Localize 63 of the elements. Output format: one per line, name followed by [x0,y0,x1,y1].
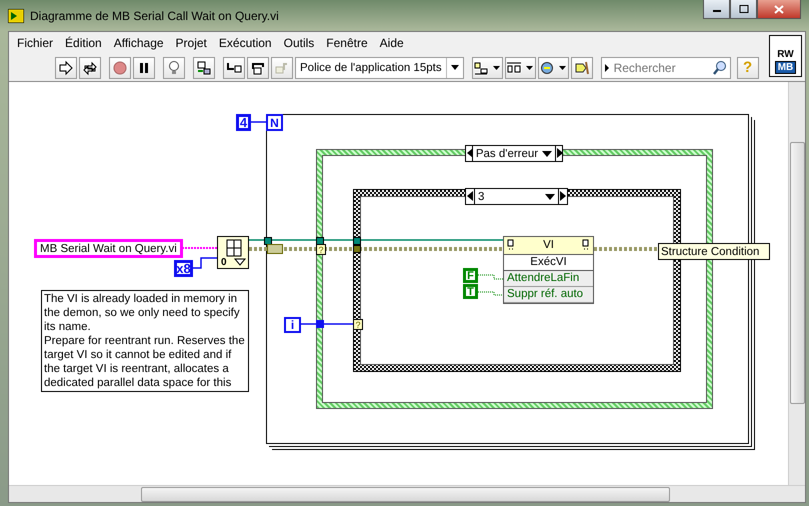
dropdown-icon [545,194,555,200]
font-dropdown[interactable]: Police de l'application 15pts [295,56,464,78]
menu-item[interactable]: Aide [374,34,410,52]
increment-arrow-icon[interactable] [559,189,567,203]
menu-item[interactable]: Édition [59,34,108,52]
tooltip: Structure Condition [658,243,770,260]
wire [478,274,504,296]
reference-icon [582,239,590,252]
path-constant: MB Serial Wait on Query.vi [34,239,183,258]
comment-text: The VI is already loaded in memory in the demon, so we only need to specify its name. Prepare for reentrant run. Reserves the target VI so it cannot be edited and if the target VI is reentrant, allocates a dedicated parallel data space for this [41,290,249,392]
maximize-icon [738,5,748,13]
pause-icon[interactable] [133,56,155,78]
vi-icon: RW MB [769,35,802,77]
parameter-label: AttendreLaFin [504,270,593,287]
app-icon [8,8,24,22]
search-icon[interactable] [712,60,728,76]
minimize-button[interactable] [703,0,730,19]
wire [301,323,353,325]
numeric-constant: 4 [236,114,251,131]
boolean-constant: T [463,284,478,299]
menu-item[interactable]: Outils [278,34,320,52]
reference-icon [507,239,515,252]
window-title: Diagramme de MB Serial Call Wait on Query.vi [30,8,279,22]
caret-icon [450,65,459,70]
indexing-tunnel [267,244,283,254]
lightbulb-icon[interactable] [163,56,185,78]
distribute-objects-icon[interactable] [504,56,536,78]
increment-arrow-icon[interactable] [556,146,562,160]
wire [182,247,217,249]
triangle-icon [604,64,609,72]
reorder-icon[interactable] [538,56,569,78]
menu-item[interactable]: Affichage [108,34,170,52]
close-button[interactable] [757,0,801,19]
iteration-terminal: i [284,317,301,333]
maximize-button[interactable] [730,0,757,19]
run-continuously-icon[interactable] [79,56,101,78]
horizontal-scrollbar[interactable] [9,485,805,502]
decrement-arrow-icon[interactable] [466,146,472,160]
count-terminal: N [266,114,283,131]
retain-wire-values-icon[interactable] [193,56,215,78]
class-label: VI [543,239,554,252]
decrement-arrow-icon[interactable] [466,189,474,203]
align-objects-icon[interactable] [472,56,503,78]
menu-item[interactable]: Exécution [212,34,278,52]
clean-up-diagram-icon[interactable] [570,56,593,78]
parameter-label: Suppr réf. auto [504,286,593,303]
vertical-scrollbar[interactable] [788,82,805,485]
selector-terminal: ? [353,319,363,330]
numeric-constant: x8 [174,260,193,277]
stop-icon[interactable] [109,56,131,78]
loop-tunnel [316,320,324,328]
close-icon [774,4,784,14]
wire [251,121,266,123]
open-vi-reference-node: 0 [217,236,249,269]
step-over-icon[interactable] [247,56,269,78]
menu-item[interactable]: Fenêtre [320,34,374,52]
wire [193,257,217,269]
menu-item[interactable]: Fichier [11,34,60,52]
selector-terminal: ? [316,244,326,255]
boolean-constant: F [463,268,478,283]
menu-item[interactable]: Projet [170,34,213,52]
search-field[interactable]: Rechercher [600,56,731,78]
step-into-icon[interactable] [223,56,245,78]
